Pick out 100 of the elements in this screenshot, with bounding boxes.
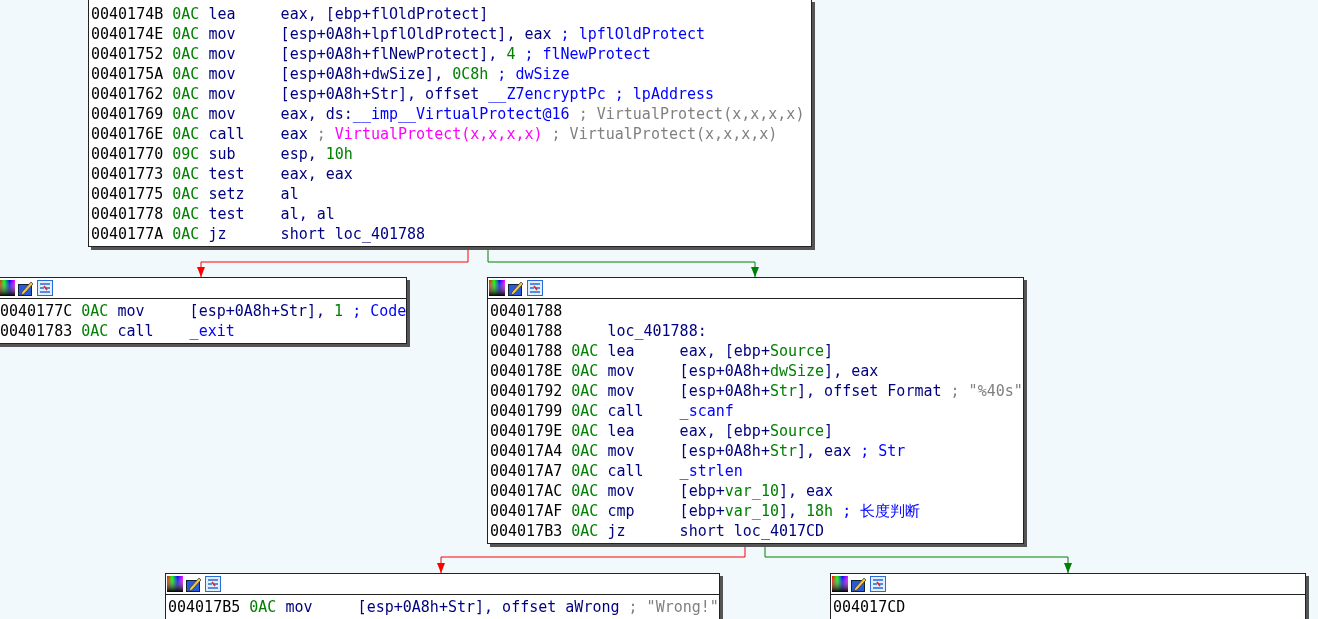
operand-text: short loc_4017CD	[679, 521, 825, 541]
stack-offset: 0AC	[249, 597, 278, 617]
pencil-icon[interactable]	[186, 576, 202, 592]
mnemonic: test	[208, 204, 246, 224]
operand-text: al, al	[280, 204, 335, 224]
address-text: 0040177A	[91, 224, 165, 244]
mnemonic: test	[208, 164, 246, 184]
stack-offset: 0AC	[571, 341, 600, 361]
mnemonic: mov	[208, 84, 237, 104]
address-text: 004017B5	[168, 597, 242, 617]
operand-text: eax, [ebp+flOldProtect]	[280, 4, 489, 24]
stack-offset: 0AC	[571, 421, 600, 441]
operand-text: [esp+0A8h+Str], offset __Z7encryptPc ; lpAddress	[280, 84, 715, 104]
stack-offset: 0AC	[81, 301, 110, 321]
operand-text: _scanf	[679, 401, 734, 421]
address-text: 00401775	[91, 184, 165, 204]
address-text: 00401778	[91, 204, 165, 224]
address-text: 0040174B	[91, 4, 165, 24]
graph-icon[interactable]	[527, 280, 543, 296]
mnemonic: lea	[607, 341, 636, 361]
operand-text: esp, 10h	[280, 144, 353, 164]
mnemonic: mov	[607, 441, 636, 461]
pencil-icon[interactable]	[18, 280, 34, 296]
address-text: 00401792	[490, 381, 564, 401]
mnemonic: mov	[208, 64, 237, 84]
pencil-icon[interactable]	[851, 576, 867, 592]
stack-offset: 0AC	[172, 164, 201, 184]
address-text: 0040176E	[91, 124, 165, 144]
palette-icon[interactable]	[167, 576, 183, 592]
address-text: 0040179E	[490, 421, 564, 441]
stack-offset: 0AC	[172, 104, 201, 124]
palette-icon[interactable]	[832, 576, 848, 592]
stack-offset: 0AC	[172, 4, 201, 24]
address-text: 0040175A	[91, 64, 165, 84]
operand-text: eax, [ebp+Source]	[679, 421, 834, 441]
palette-icon[interactable]	[0, 280, 15, 296]
stack-offset: 0AC	[172, 204, 201, 224]
address-text: 004017B3	[490, 521, 564, 541]
operand-text: [esp+0A8h+dwSize], eax	[679, 361, 879, 381]
address-text: 004017AF	[490, 501, 564, 521]
stack-offset: 0AC	[172, 124, 201, 144]
address-text: 00401773	[91, 164, 165, 184]
stack-offset: 0AC	[172, 44, 201, 64]
stack-offset: 0AC	[172, 224, 201, 244]
stack-offset: 0AC	[172, 24, 201, 44]
address-text: 00401769	[91, 104, 165, 124]
operand-text: short loc_401788	[280, 224, 426, 244]
address-text: 00401799	[490, 401, 564, 421]
address-text: 00401770	[91, 144, 165, 164]
address-text: 004017CD	[833, 597, 906, 617]
address-text: 004017A7	[490, 461, 564, 481]
operand-text: al	[280, 184, 299, 204]
mnemonic: cmp	[607, 501, 636, 521]
address-text: 00401783	[0, 321, 74, 341]
code-label: loc_401788:	[607, 321, 707, 341]
address-text: 004017A4	[490, 441, 564, 461]
pencil-icon[interactable]	[508, 280, 524, 296]
address-text: 00401788	[490, 301, 563, 321]
stack-offset: 0AC	[571, 521, 600, 541]
operand-text: [ebp+var_10], eax	[679, 481, 834, 501]
operand-text: eax, [ebp+Source]	[679, 341, 834, 361]
operand-text: [ebp+var_10], 18h ; 长度判断	[679, 501, 921, 521]
address-text: 0040178E	[490, 361, 564, 381]
mnemonic: mov	[208, 104, 237, 124]
address-text: 00401788	[490, 321, 564, 341]
operand-text: _exit	[189, 321, 235, 341]
mnemonic: jz	[607, 521, 627, 541]
operand-text: [esp+0A8h+Str], offset Format ; "%40s"	[679, 381, 1023, 401]
palette-icon[interactable]	[489, 280, 505, 296]
mnemonic: mov	[208, 44, 237, 64]
stack-offset: 0AC	[81, 321, 110, 341]
stack-offset: 0AC	[571, 381, 600, 401]
address-text: 004017AC	[490, 481, 564, 501]
address-text: 00401762	[91, 84, 165, 104]
mnemonic: mov	[208, 24, 237, 44]
stack-offset: 09C	[172, 144, 201, 164]
graph-icon[interactable]	[37, 280, 53, 296]
operand-text: eax, ds:__imp__VirtualProtect@16 ; VirtualProtect(x,x,x,x)	[280, 104, 805, 124]
mnemonic: mov	[117, 301, 146, 321]
address-text: 0040174E	[91, 24, 165, 44]
mnemonic: mov	[607, 361, 636, 381]
operand-text: [esp+0A8h+lpflOldProtect], eax ; lpflOldProtect	[280, 24, 706, 44]
mnemonic: call	[607, 461, 645, 481]
mnemonic: lea	[208, 4, 237, 24]
mnemonic: mov	[607, 381, 636, 401]
mnemonic: jz	[208, 224, 228, 244]
mnemonic: sub	[208, 144, 237, 164]
mnemonic: mov	[285, 597, 314, 617]
stack-offset: 0AC	[571, 441, 600, 461]
operand-text: _strlen	[679, 461, 743, 481]
mnemonic: call	[607, 401, 645, 421]
address-text: 0040177C	[0, 301, 74, 321]
operand-text: [esp+0A8h+dwSize], 0C8h ; dwSize	[280, 64, 570, 84]
graph-icon[interactable]	[870, 576, 886, 592]
stack-offset: 0AC	[172, 64, 201, 84]
graph-icon[interactable]	[205, 576, 221, 592]
mnemonic: mov	[607, 481, 636, 501]
address-text: 00401788	[490, 341, 564, 361]
stack-offset: 0AC	[571, 481, 600, 501]
mnemonic: setz	[208, 184, 246, 204]
